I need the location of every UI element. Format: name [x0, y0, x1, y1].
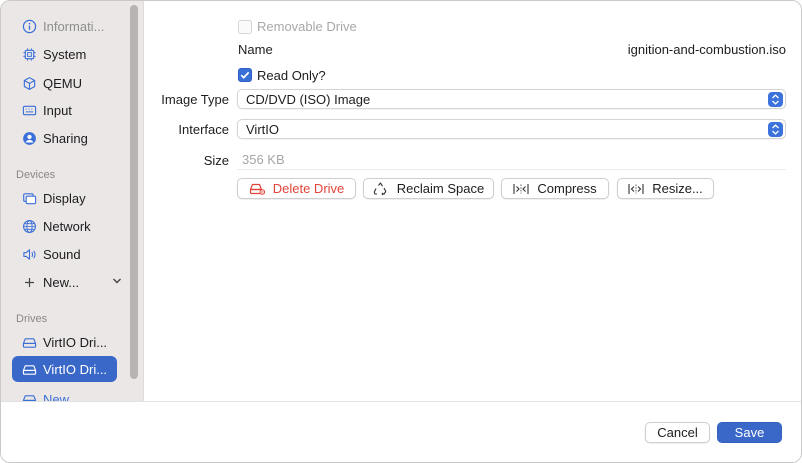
reclaim-space-button[interactable]: Reclaim Space — [363, 178, 494, 199]
sidebar-item-sound[interactable]: Sound — [12, 241, 117, 267]
image-type-value: CD/DVD (ISO) Image — [246, 91, 371, 107]
cube-icon — [21, 75, 37, 91]
resize-icon — [628, 182, 644, 196]
delete-drive-button[interactable]: Delete Drive — [237, 178, 356, 199]
delete-drive-icon — [249, 182, 265, 196]
removable-drive-checkbox[interactable] — [238, 20, 252, 34]
sidebar-scrollbar[interactable] — [130, 5, 138, 379]
sidebar-item-label: Display — [43, 190, 86, 206]
image-type-label: Image Type — [161, 92, 229, 107]
recycle-icon — [373, 181, 389, 196]
settings-window: Informati... System QEMU Input Sharing D… — [0, 0, 802, 463]
checkmark-icon — [240, 71, 250, 79]
sidebar-item-label: VirtIO Dri... — [43, 361, 108, 377]
sidebar-item-label: System — [43, 46, 87, 62]
drive-icon — [21, 391, 37, 401]
sidebar-item-network[interactable]: Network — [12, 213, 117, 239]
sidebar-item-new-drive[interactable]: New... — [12, 386, 117, 401]
sidebar-item-sharing[interactable]: Sharing — [12, 125, 117, 151]
delete-drive-label: Delete Drive — [272, 181, 345, 196]
speaker-icon — [21, 246, 37, 262]
sidebar-item-label: Network — [43, 218, 91, 234]
person-circle-icon — [21, 130, 37, 146]
cancel-button[interactable]: Cancel — [645, 422, 710, 443]
sidebar-item-drive-2[interactable]: VirtIO Dri... — [12, 356, 117, 382]
read-only-label: Read Only? — [257, 68, 326, 83]
sidebar-item-new-device[interactable]: New... — [12, 269, 121, 295]
sidebar-item-label: Sound — [43, 246, 81, 262]
sidebar-item-label: Informati... — [43, 18, 105, 34]
size-field[interactable]: 356 KB — [237, 150, 786, 170]
sidebar-item-label: QEMU — [43, 75, 82, 91]
image-type-popup[interactable]: CD/DVD (ISO) Image — [237, 89, 786, 109]
sidebar-item-information[interactable]: Informati... — [12, 13, 117, 39]
resize-label: Resize... — [652, 181, 703, 196]
save-button[interactable]: Save — [717, 422, 782, 443]
sidebar-item-label: Sharing — [43, 130, 88, 146]
name-label: Name — [238, 42, 273, 57]
sidebar-item-drive-1[interactable]: VirtIO Dri... — [12, 329, 117, 355]
compress-button[interactable]: Compress — [501, 178, 609, 199]
removable-drive-label: Removable Drive — [257, 19, 357, 34]
interface-value: VirtIO — [246, 121, 279, 137]
sidebar: Informati... System QEMU Input Sharing D… — [1, 1, 144, 401]
reclaim-space-label: Reclaim Space — [396, 181, 485, 196]
interface-label: Interface — [178, 122, 229, 137]
footer-bar: Cancel Save — [1, 401, 801, 462]
drives-section-header: Drives — [16, 313, 48, 325]
popup-stepper-icon — [768, 122, 783, 137]
devices-section-header: Devices — [16, 169, 56, 181]
sidebar-item-system[interactable]: System — [12, 41, 117, 67]
plus-icon — [21, 274, 37, 290]
read-only-checkbox[interactable] — [238, 68, 252, 82]
sidebar-item-display[interactable]: Display — [12, 185, 117, 211]
cpu-chip-icon — [21, 46, 37, 62]
network-globe-icon — [21, 218, 37, 234]
keyboard-icon — [21, 102, 37, 118]
resize-button[interactable]: Resize... — [617, 178, 714, 199]
sidebar-item-label: New... — [43, 391, 80, 402]
drive-icon — [21, 361, 37, 377]
chevron-down-icon — [113, 278, 121, 284]
info-circle-icon — [21, 18, 37, 34]
size-label: Size — [203, 153, 229, 168]
interface-popup[interactable]: VirtIO — [237, 119, 786, 139]
name-value: ignition-and-combustion.iso — [627, 42, 786, 57]
drive-settings-panel: Removable Drive Name ignition-and-combus… — [144, 1, 801, 401]
compress-icon — [513, 182, 529, 196]
drive-icon — [21, 334, 37, 350]
sidebar-item-label: Input — [43, 102, 72, 118]
sidebar-item-label: New... — [43, 274, 80, 290]
sidebar-item-input[interactable]: Input — [12, 97, 117, 123]
sidebar-item-qemu[interactable]: QEMU — [12, 70, 117, 96]
display-icon — [21, 190, 37, 206]
popup-stepper-icon — [768, 92, 783, 107]
sidebar-item-label: VirtIO Dri... — [43, 334, 108, 350]
compress-label: Compress — [537, 181, 597, 196]
